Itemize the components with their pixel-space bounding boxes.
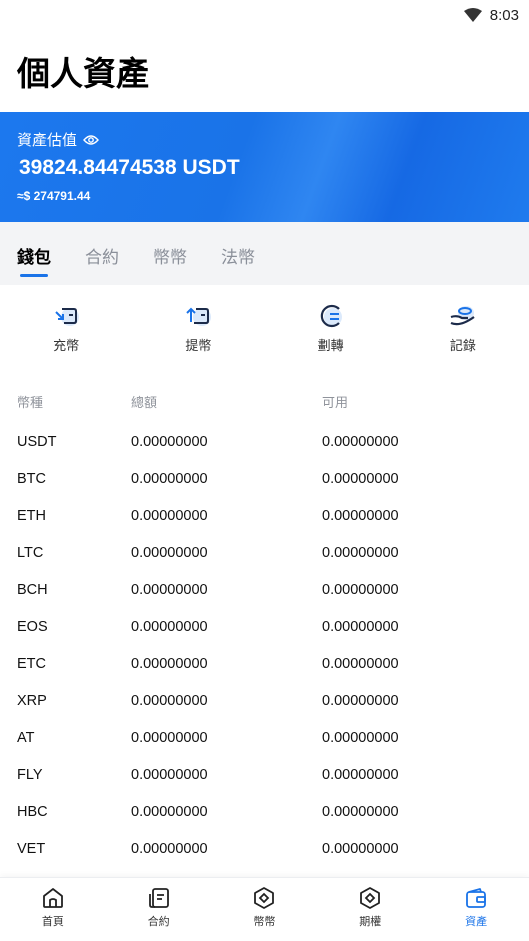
row-available: 0.00000000: [322, 729, 399, 746]
transfer-button[interactable]: 劃轉: [265, 303, 397, 371]
header-available: 可用: [322, 395, 349, 411]
asset-valuation-label: 資產估值: [17, 131, 78, 149]
nav-home-label: 首頁: [41, 915, 64, 928]
row-total: 0.00000000: [131, 692, 208, 709]
balance-list: USDT 0.00000000 0.00000000 BTC 0.00000000 0.…: [0, 423, 529, 863]
eye-icon[interactable]: [83, 134, 99, 146]
asset-amount: 39824.84474538 USDT: [19, 156, 240, 179]
row-total: 0.00000000: [131, 544, 208, 561]
row-available: 0.00000000: [322, 840, 399, 857]
asset-tabs: 錢包 合約 幣幣 法幣: [0, 222, 529, 285]
records-button[interactable]: 記錄: [397, 303, 529, 371]
row-available: 0.00000000: [322, 433, 399, 450]
withdraw-icon: [183, 303, 213, 329]
wallet-actions: 充幣 提幣 劃轉 記錄: [0, 285, 529, 371]
table-row[interactable]: USDT 0.00000000 0.00000000: [0, 423, 529, 460]
row-total: 0.00000000: [131, 470, 208, 487]
row-available: 0.00000000: [322, 655, 399, 672]
status-time: 8:03: [489, 6, 519, 24]
row-total: 0.00000000: [131, 729, 208, 746]
deposit-label: 充幣: [53, 339, 80, 354]
coin-icon: [254, 887, 275, 909]
wifi-icon: [463, 8, 482, 22]
deposit-button[interactable]: 充幣: [0, 303, 132, 371]
table-row[interactable]: HBC 0.00000000 0.00000000: [0, 793, 529, 830]
contract-icon: [148, 888, 169, 908]
row-available: 0.00000000: [322, 470, 399, 487]
tab-wallet[interactable]: 錢包: [17, 243, 51, 277]
row-currency: USDT: [17, 433, 57, 450]
table-row[interactable]: ETH 0.00000000 0.00000000: [0, 497, 529, 534]
nav-options[interactable]: 期權: [317, 878, 423, 941]
nav-contract[interactable]: 合約: [106, 878, 212, 941]
home-icon: [42, 888, 63, 908]
row-currency: XRP: [17, 692, 47, 709]
withdraw-label: 提幣: [185, 339, 212, 354]
row-available: 0.00000000: [322, 803, 399, 820]
table-header: 幣種 總額 可用: [0, 371, 529, 423]
row-currency: BCH: [17, 581, 48, 598]
row-currency: BTC: [17, 470, 46, 487]
nav-assets-label: 資產: [465, 915, 488, 928]
transfer-label: 劃轉: [317, 339, 344, 354]
transfer-icon: [316, 303, 346, 329]
row-available: 0.00000000: [322, 507, 399, 524]
table-row[interactable]: FLY 0.00000000 0.00000000: [0, 756, 529, 793]
row-currency: AT: [17, 729, 35, 746]
row-total: 0.00000000: [131, 433, 208, 450]
asset-fiat-value: ≈$ 274791.44: [17, 189, 91, 203]
row-total: 0.00000000: [131, 803, 208, 820]
table-row[interactable]: AT 0.00000000 0.00000000: [0, 719, 529, 756]
withdraw-button[interactable]: 提幣: [132, 303, 264, 371]
row-available: 0.00000000: [322, 692, 399, 709]
records-icon: [448, 303, 478, 329]
row-total: 0.00000000: [131, 840, 208, 857]
tab-spot[interactable]: 幣幣: [153, 243, 187, 277]
row-total: 0.00000000: [131, 618, 208, 635]
page-title: 個人資產: [17, 54, 149, 93]
asset-banner: 資產估值 39824.84474538 USDT ≈$ 274791.44: [0, 112, 529, 222]
row-currency: LTC: [17, 544, 44, 561]
nav-home[interactable]: 首頁: [0, 878, 106, 941]
row-available: 0.00000000: [322, 618, 399, 635]
deposit-icon: [51, 303, 81, 329]
records-label: 記錄: [449, 339, 476, 354]
nav-options-label: 期權: [359, 915, 382, 928]
row-currency: ETC: [17, 655, 46, 672]
nav-assets[interactable]: 資產: [423, 878, 529, 941]
tab-contract[interactable]: 合約: [85, 243, 119, 277]
header-currency: 幣種: [17, 395, 44, 411]
row-available: 0.00000000: [322, 581, 399, 598]
row-currency: ETH: [17, 507, 46, 524]
nav-contract-label: 合約: [147, 915, 170, 928]
bottom-nav: 首頁 合約 幣幣 期權 資產: [0, 877, 529, 941]
row-available: 0.00000000: [322, 766, 399, 783]
row-currency: FLY: [17, 766, 43, 783]
table-row[interactable]: ETC 0.00000000 0.00000000: [0, 645, 529, 682]
status-bar: 8:03: [0, 0, 529, 30]
tab-fiat[interactable]: 法幣: [221, 243, 255, 277]
table-row[interactable]: LTC 0.00000000 0.00000000: [0, 534, 529, 571]
table-row[interactable]: EOS 0.00000000 0.00000000: [0, 608, 529, 645]
table-row[interactable]: BTC 0.00000000 0.00000000: [0, 460, 529, 497]
row-currency: EOS: [17, 618, 48, 635]
row-available: 0.00000000: [322, 544, 399, 561]
nav-spot-label: 幣幣: [253, 915, 276, 928]
table-row[interactable]: VET 0.00000000 0.00000000: [0, 830, 529, 863]
options-icon: [360, 887, 381, 909]
row-currency: HBC: [17, 803, 48, 820]
wallet-icon: [466, 888, 486, 908]
row-total: 0.00000000: [131, 581, 208, 598]
table-row[interactable]: BCH 0.00000000 0.00000000: [0, 571, 529, 608]
row-currency: VET: [17, 840, 46, 857]
nav-spot[interactable]: 幣幣: [212, 878, 318, 941]
row-total: 0.00000000: [131, 507, 208, 524]
header-total: 總額: [131, 395, 158, 411]
row-total: 0.00000000: [131, 655, 208, 672]
table-row[interactable]: XRP 0.00000000 0.00000000: [0, 682, 529, 719]
row-total: 0.00000000: [131, 766, 208, 783]
